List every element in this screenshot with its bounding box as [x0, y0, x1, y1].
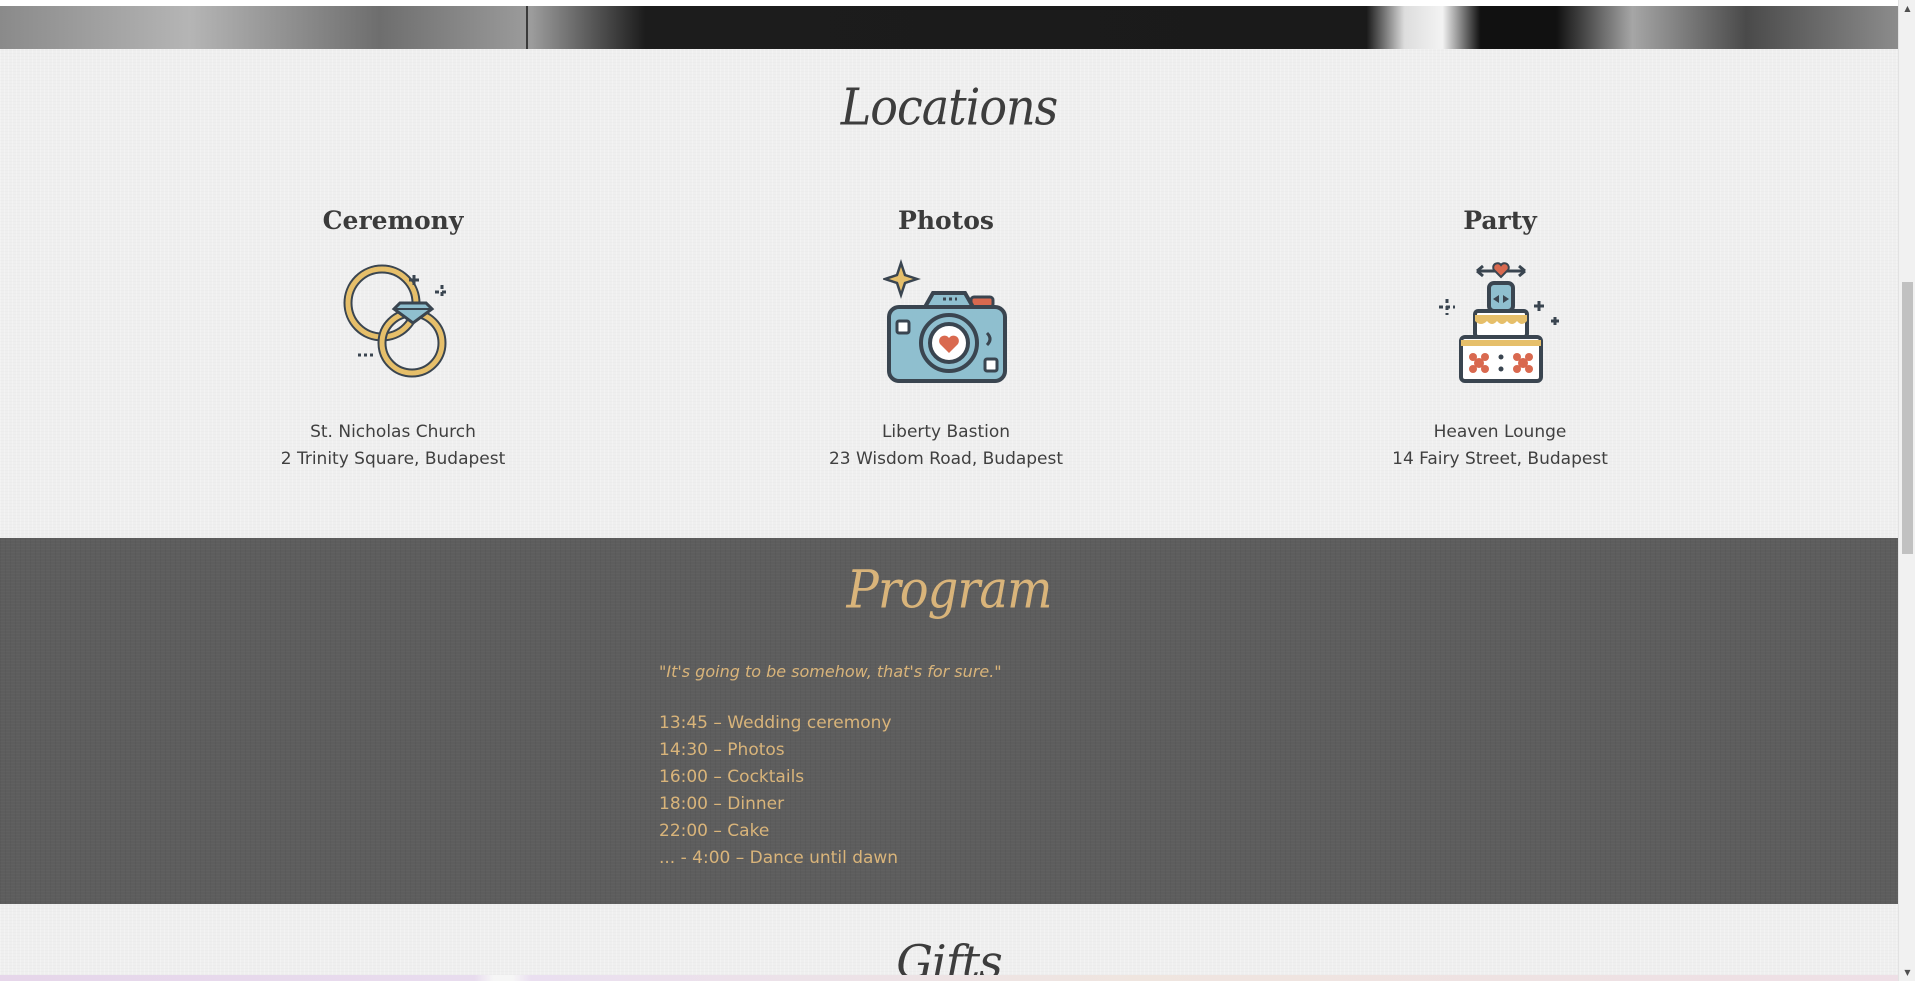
location-name: Liberty Bastion [881, 422, 1011, 442]
schedule-item: 22:00 – Cake [659, 821, 770, 841]
location-address: 2 Trinity Square, Budapest [280, 449, 506, 469]
scroll-down-arrow-icon[interactable]: ▼ [1899, 964, 1915, 981]
location-heading: Ceremony [322, 206, 464, 235]
schedule-item: 13:45 – Wedding ceremony [659, 713, 892, 733]
location-heading: Party [1463, 206, 1537, 235]
hero-photo-strip [0, 0, 1898, 49]
camera-icon [883, 259, 1007, 383]
schedule-item: 14:30 – Photos [659, 740, 785, 760]
rings-icon [343, 264, 449, 378]
program-quote: "It's going to be somehow, that's for su… [659, 662, 1002, 681]
location-photos: Photos Liberty Bastion 23 Wisdom Road, B… [706, 206, 1186, 473]
location-ceremony: Ceremony St. Nicholas Church 2 Trinity S… [153, 206, 633, 473]
scrollbar-thumb[interactable] [1902, 282, 1913, 554]
hero-photo-detail [526, 6, 528, 49]
locations-title: Locations [840, 77, 1059, 137]
location-name: St. Nicholas Church [310, 422, 476, 442]
program-section: Program "It's going to be somehow, that'… [0, 538, 1898, 904]
location-heading: Photos [898, 206, 994, 235]
page-viewport: Locations Ceremony St. Nicholas Church 2… [0, 0, 1898, 981]
vertical-scrollbar[interactable]: ▲ ▼ [1898, 0, 1915, 981]
schedule-item: 18:00 – Dinner [659, 794, 785, 814]
program-title: Program [846, 559, 1053, 621]
gifts-image-strip [0, 975, 1898, 981]
schedule-item: 16:00 – Cocktails [659, 767, 805, 787]
program-schedule: 13:45 – Wedding ceremony 14:30 – Photos … [659, 710, 898, 872]
location-address: 23 Wisdom Road, Budapest [828, 449, 1064, 469]
wedding-cake-icon [1439, 262, 1559, 383]
scroll-up-arrow-icon[interactable]: ▲ [1899, 0, 1915, 17]
schedule-item: ... - 4:00 – Dance until dawn [659, 848, 899, 868]
location-address: 14 Fairy Street, Budapest [1392, 449, 1608, 469]
location-name: Heaven Lounge [1433, 422, 1567, 442]
location-party: Party Heaven Lounge 14 Fairy Street, Bud… [1260, 206, 1740, 473]
